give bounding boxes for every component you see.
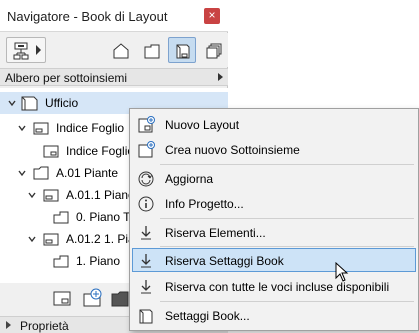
menu-item-label: Crea nuovo Sottoinsieme [165, 143, 300, 157]
menu-item-info-progetto[interactable]: Info Progetto... [132, 191, 416, 215]
tree-item-label: A.01 Piante [56, 166, 119, 180]
subset-icon [43, 233, 59, 246]
folder-subset-icon [33, 166, 49, 180]
menu-item-label: Nuovo Layout [165, 118, 240, 132]
menu-item-riserva-tutte[interactable]: Riserva con tutte le voci incluse dispon… [132, 274, 416, 298]
view-map-button[interactable] [137, 37, 165, 63]
menu-item-label: Riserva Settaggi Book [165, 254, 284, 268]
chevron-right-icon [218, 73, 223, 81]
menu-separator [160, 164, 414, 165]
new-subset-icon[interactable] [82, 288, 104, 308]
tree-item-label: 1. Piano [76, 254, 121, 268]
new-layout-icon [138, 116, 155, 133]
project-map-button[interactable] [106, 37, 134, 63]
reserve-elements-icon [141, 226, 151, 240]
tree-item-label: Ufficio [45, 96, 79, 110]
tree-item-label: Indice Foglio [56, 121, 125, 135]
menu-item-label: Riserva Elementi... [165, 226, 266, 240]
properties-label: Proprietà [20, 319, 69, 333]
layout-book-button[interactable] [168, 37, 196, 63]
chevron-down-icon[interactable] [18, 169, 26, 177]
tree-dropdown-button[interactable] [6, 37, 46, 63]
book-settings-icon [139, 309, 153, 324]
refresh-icon [138, 171, 154, 187]
menu-item-label: Aggiorna [165, 172, 214, 186]
tree-item-label: A.01.1 Piano [66, 188, 135, 202]
reserve-all-icon [141, 280, 151, 294]
layout-icon [53, 255, 69, 268]
menu-item-settaggi-book[interactable]: Settaggi Book... [132, 303, 416, 327]
menu-item-riserva-settaggi-book[interactable]: Riserva Settaggi Book [132, 248, 416, 272]
reserve-settings-icon [141, 254, 151, 268]
publisher-sets-icon [206, 43, 222, 59]
close-button[interactable]: × [204, 8, 220, 24]
layout-book-icon [176, 44, 190, 59]
menu-item-label: Settaggi Book... [165, 309, 250, 323]
subset-icon [43, 189, 59, 202]
mouse-pointer-icon [335, 262, 349, 282]
view-mode-select[interactable]: Albero per sottoinsiemi [0, 68, 228, 86]
menu-item-label: Riserva con tutte le voci incluse dispon… [165, 280, 390, 294]
info-icon [138, 196, 154, 212]
menu-separator [160, 301, 414, 302]
publisher-sets-button[interactable] [199, 37, 227, 63]
window-titlebar: Navigatore - Book di Layout × [0, 0, 228, 32]
chevron-down-icon[interactable] [28, 191, 36, 199]
toolbar [0, 33, 228, 67]
tree-dropdown-icon [13, 42, 29, 60]
tree-item-label: Indice Foglio [66, 144, 135, 158]
view-map-icon [144, 44, 160, 59]
tree-item-label: A.01.2 1. Pia [66, 232, 135, 246]
chevron-right-icon [36, 45, 41, 55]
context-menu: Nuovo Layout Crea nuovo Sottoinsieme Agg… [129, 108, 419, 331]
chevron-down-icon[interactable] [8, 99, 16, 107]
project-map-icon [113, 43, 129, 59]
menu-item-nuovo-layout[interactable]: Nuovo Layout [132, 112, 416, 136]
menu-separator [160, 218, 414, 219]
new-layout-icon[interactable] [52, 288, 74, 308]
view-mode-value: Albero per sottoinsiemi [5, 71, 128, 85]
new-subset-icon [138, 141, 155, 158]
layout-icon [43, 145, 59, 158]
chevron-down-icon[interactable] [18, 124, 26, 132]
chevron-right-icon [6, 321, 11, 329]
menu-item-label: Info Progetto... [165, 197, 244, 211]
window-title: Navigatore - Book di Layout [7, 9, 168, 24]
layout-icon [53, 211, 69, 224]
menu-item-riserva-elementi[interactable]: Riserva Elementi... [132, 220, 416, 244]
menu-item-crea-sottoinsieme[interactable]: Crea nuovo Sottoinsieme [132, 137, 416, 161]
tree-item-label: 0. Piano Te [76, 210, 136, 224]
book-icon [21, 96, 38, 111]
chevron-down-icon[interactable] [28, 235, 36, 243]
menu-separator [160, 246, 414, 247]
subset-icon [33, 122, 49, 135]
menu-item-aggiorna[interactable]: Aggiorna [132, 166, 416, 190]
